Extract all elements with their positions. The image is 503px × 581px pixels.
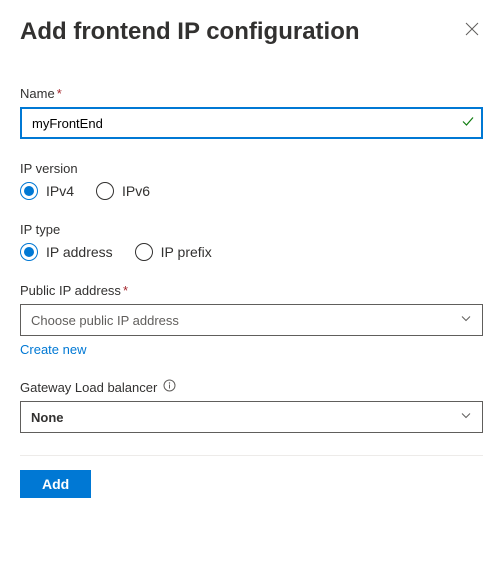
public-ip-select[interactable]: Choose public IP address bbox=[20, 304, 483, 336]
close-button[interactable] bbox=[461, 18, 483, 43]
add-button[interactable]: Add bbox=[20, 470, 91, 498]
chevron-down-icon bbox=[460, 313, 472, 328]
radio-ipv6[interactable]: IPv6 bbox=[96, 182, 150, 200]
public-ip-label: Public IP address* bbox=[20, 283, 483, 298]
chevron-down-icon bbox=[460, 410, 472, 425]
required-mark: * bbox=[57, 86, 62, 101]
panel-title: Add frontend IP configuration bbox=[20, 18, 360, 46]
gateway-select[interactable]: None bbox=[20, 401, 483, 433]
create-new-link[interactable]: Create new bbox=[20, 342, 86, 357]
radio-ipv6-label: IPv6 bbox=[122, 183, 150, 199]
name-input[interactable] bbox=[20, 107, 483, 139]
radio-icon bbox=[96, 182, 114, 200]
public-ip-label-text: Public IP address bbox=[20, 283, 121, 298]
name-label: Name* bbox=[20, 86, 483, 101]
radio-ip-address[interactable]: IP address bbox=[20, 243, 113, 261]
name-label-text: Name bbox=[20, 86, 55, 101]
required-mark: * bbox=[123, 283, 128, 298]
close-icon bbox=[465, 22, 479, 36]
gateway-label: Gateway Load balancer bbox=[20, 380, 157, 395]
ip-version-label: IP version bbox=[20, 161, 483, 176]
public-ip-select-value: Choose public IP address bbox=[31, 313, 179, 328]
radio-ipv4[interactable]: IPv4 bbox=[20, 182, 74, 200]
radio-icon bbox=[20, 243, 38, 261]
radio-icon bbox=[20, 182, 38, 200]
radio-ip-address-label: IP address bbox=[46, 244, 113, 260]
radio-ipv4-label: IPv4 bbox=[46, 183, 74, 199]
radio-icon bbox=[135, 243, 153, 261]
radio-ip-prefix[interactable]: IP prefix bbox=[135, 243, 212, 261]
radio-ip-prefix-label: IP prefix bbox=[161, 244, 212, 260]
gateway-select-value: None bbox=[31, 410, 64, 425]
ip-type-label: IP type bbox=[20, 222, 483, 237]
info-icon[interactable] bbox=[163, 379, 176, 395]
